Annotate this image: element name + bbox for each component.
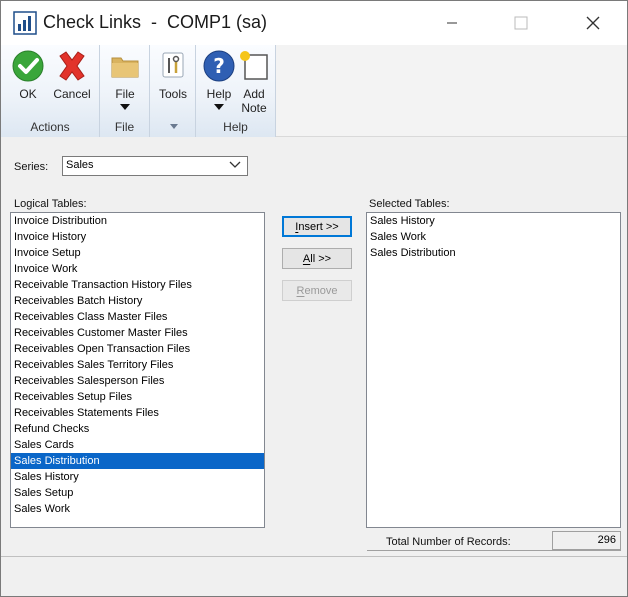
logical-tables-list[interactable]: Invoice Distribution Invoice History Invoi… xyxy=(10,212,265,528)
list-item[interactable]: Receivables Customer Master Files xyxy=(11,325,264,341)
tools-icon xyxy=(162,52,184,78)
add-note-icon xyxy=(240,51,268,80)
insert-label: nsert >> xyxy=(298,220,339,233)
ok-label: OK xyxy=(19,87,37,101)
all-button[interactable]: All >> xyxy=(282,248,352,269)
all-label: ll >> xyxy=(310,252,332,265)
ribbon-group-actions: OK Cancel Actions xyxy=(1,45,100,137)
list-item[interactable]: Invoice Setup xyxy=(11,245,264,261)
cancel-x-icon xyxy=(59,51,85,81)
check-links-window: Check Links - COMP1 (sa) OK Cancel Actio… xyxy=(0,0,628,597)
list-item[interactable]: Receivables Batch History xyxy=(11,293,264,309)
list-item[interactable]: Sales History xyxy=(11,469,264,485)
insert-button[interactable]: Insert >> xyxy=(282,216,352,237)
group-label-file: File xyxy=(114,120,135,134)
file-dropdown-arrow-icon xyxy=(120,104,130,110)
minimize-icon xyxy=(447,22,457,24)
file-menu-button[interactable]: File xyxy=(102,49,148,110)
list-item[interactable]: Receivables Salesperson Files xyxy=(11,373,264,389)
tools-dropdown-arrow-icon[interactable] xyxy=(170,124,178,129)
ribbon-toolbar: OK Cancel Actions File File Tools ? Help… xyxy=(1,45,627,137)
totals-divider xyxy=(367,550,621,551)
ribbon-group-help: ? Help Add Note Help xyxy=(196,45,276,137)
title-bar: Check Links - COMP1 (sa) xyxy=(1,1,627,45)
group-label-help: Help xyxy=(223,120,248,134)
close-button[interactable] xyxy=(570,1,616,45)
help-dropdown-arrow-icon xyxy=(214,104,224,110)
series-value: Sales xyxy=(66,159,94,171)
ok-button[interactable]: OK xyxy=(5,49,51,101)
list-item[interactable]: Receivables Setup Files xyxy=(11,389,264,405)
list-item[interactable]: Sales History xyxy=(367,213,620,229)
list-item[interactable]: Sales Distribution xyxy=(11,453,264,469)
list-item[interactable]: Invoice History xyxy=(11,229,264,245)
ok-check-icon xyxy=(12,50,44,82)
all-accel: A xyxy=(302,252,311,265)
tools-label: Tools xyxy=(158,87,187,101)
close-icon xyxy=(586,16,600,30)
add-note-label-line2: Note xyxy=(241,101,267,115)
chevron-down-icon xyxy=(229,161,241,168)
total-records-value: 296 xyxy=(552,531,621,550)
tools-button[interactable]: Tools xyxy=(150,49,196,101)
window-title: Check Links - COMP1 (sa) xyxy=(43,12,268,32)
maximize-icon xyxy=(514,16,528,30)
ribbon-group-file: File File xyxy=(100,45,150,137)
status-bar xyxy=(1,556,627,596)
ribbon-group-tools: Tools xyxy=(150,45,196,137)
maximize-button[interactable] xyxy=(498,1,544,45)
list-item[interactable]: Invoice Distribution xyxy=(11,213,264,229)
selected-tables-label: Selected Tables: xyxy=(369,198,450,210)
app-chart-icon xyxy=(13,11,37,35)
list-item[interactable]: Sales Cards xyxy=(11,437,264,453)
add-note-button[interactable]: Add Note xyxy=(231,49,277,115)
remove-accel: R xyxy=(296,284,305,297)
cancel-button[interactable]: Cancel xyxy=(49,49,95,101)
series-label: Series: xyxy=(14,161,49,173)
total-records-label: Total Number of Records: xyxy=(386,536,511,548)
group-label-actions: Actions xyxy=(30,120,70,134)
help-label: Help xyxy=(206,87,232,101)
folder-icon xyxy=(111,57,139,78)
series-select[interactable]: Sales xyxy=(62,156,248,176)
file-label: File xyxy=(115,87,135,101)
selected-tables-list[interactable]: Sales History Sales Work Sales Distributio… xyxy=(366,212,621,528)
list-item[interactable]: Sales Setup xyxy=(11,485,264,501)
minimize-button[interactable] xyxy=(429,1,475,45)
list-item[interactable]: Sales Distribution xyxy=(367,245,620,261)
list-item[interactable]: Receivables Statements Files xyxy=(11,405,264,421)
list-item[interactable]: Refund Checks xyxy=(11,421,264,437)
remove-button[interactable]: Remove xyxy=(282,280,352,301)
list-item[interactable]: Receivables Class Master Files xyxy=(11,309,264,325)
logical-tables-label: Logical Tables: xyxy=(14,198,87,210)
add-note-label-line1: Add xyxy=(243,87,265,101)
svg-text:?: ? xyxy=(213,54,225,78)
list-item[interactable]: Sales Work xyxy=(11,501,264,517)
list-item[interactable]: Receivables Sales Territory Files xyxy=(11,357,264,373)
list-item[interactable]: Receivables Open Transaction Files xyxy=(11,341,264,357)
remove-label: emove xyxy=(304,284,338,297)
list-item[interactable]: Sales Work xyxy=(367,229,620,245)
cancel-label: Cancel xyxy=(53,87,91,101)
list-item[interactable]: Receivable Transaction History Files xyxy=(11,277,264,293)
list-item[interactable]: Invoice Work xyxy=(11,261,264,277)
